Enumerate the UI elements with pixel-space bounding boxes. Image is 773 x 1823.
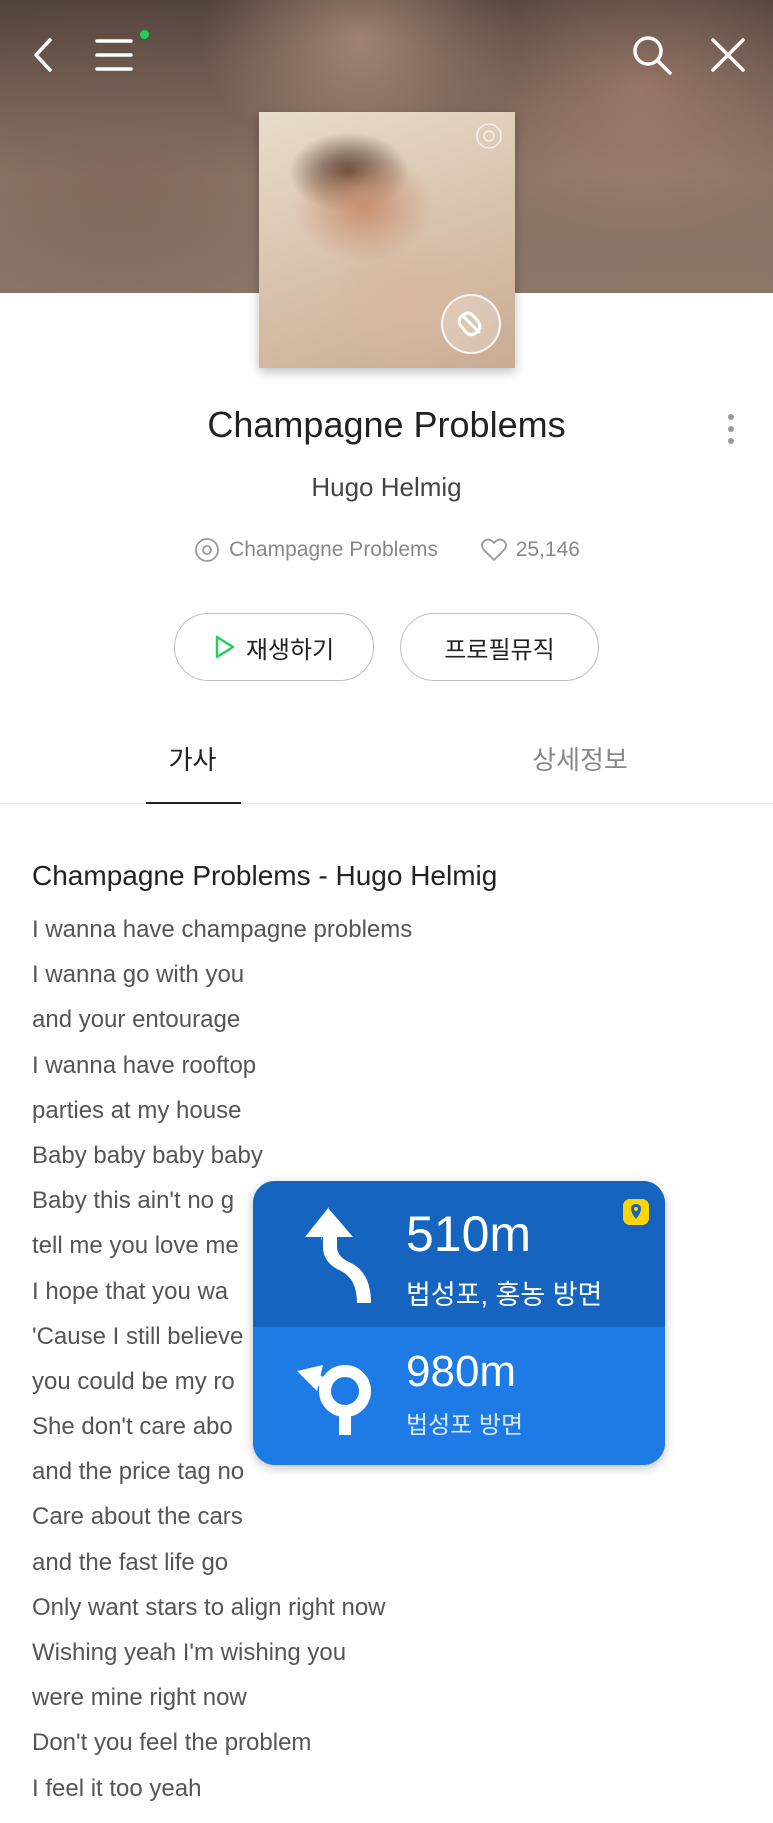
lyric-line: I wanna go with you (32, 961, 245, 989)
profile-music-badge-icon[interactable] (441, 294, 501, 354)
like-button[interactable]: 25,146 (480, 536, 580, 564)
map-pin-icon[interactable] (623, 1199, 649, 1225)
tab-divider (0, 803, 773, 804)
song-meta: Champagne Problems 25,146 (0, 536, 773, 564)
nav-secondary-distance: 980m (406, 1347, 517, 1396)
nav-primary-distance: 510m (406, 1206, 532, 1262)
lyric-line: and the fast life go (32, 1548, 229, 1576)
menu-notification-dot (140, 30, 149, 39)
nav-primary-direction: 법성포, 홍농 방면 (406, 1280, 603, 1310)
hamburger-menu-icon[interactable] (90, 30, 140, 80)
lyric-line: I feel it too yeah (32, 1774, 202, 1802)
close-icon[interactable] (703, 30, 753, 80)
lyric-line: Wishing yeah I'm wishing you (32, 1639, 347, 1666)
heart-icon (480, 538, 507, 561)
navigation-overlay[interactable]: 510m 법성포, 홍농 방면 980m 법성포 방면 (253, 1181, 665, 1465)
nav-secondary-instruction[interactable]: 980m 법성포 방면 (253, 1327, 665, 1465)
album-name: Champagne Problems (229, 538, 439, 561)
tab-lyrics[interactable]: 가사 (146, 740, 239, 777)
album-corner-logo-icon (476, 123, 502, 149)
profile-music-button[interactable]: 프로필뮤직 (400, 613, 599, 681)
lyric-line: Care about the cars (32, 1503, 243, 1531)
nav-primary-instruction[interactable]: 510m 법성포, 홍농 방면 (253, 1181, 665, 1327)
profile-music-label: 프로필뮤직 (444, 636, 555, 664)
lyric-line: parties at my house (32, 1096, 242, 1124)
lyric-line: Only want stars to align right now (32, 1593, 386, 1621)
turn-left-then-up-arrow-icon (305, 1207, 371, 1303)
more-options-icon[interactable] (716, 408, 746, 452)
lyric-line: and your entourage (32, 1006, 241, 1034)
lyric-line: were mine right now (32, 1684, 247, 1712)
lyrics-heading: Champagne Problems - Hugo Helmig (32, 860, 498, 891)
back-chevron-icon[interactable] (20, 30, 70, 80)
lyric-line: Baby baby baby baby (32, 1141, 263, 1169)
play-button[interactable]: 재생하기 (174, 613, 374, 681)
active-tab-indicator (146, 802, 241, 804)
song-title: Champagne Problems (207, 404, 566, 445)
album-link[interactable]: Champagne Problems (193, 536, 438, 564)
like-count: 25,146 (515, 538, 580, 561)
lyric-line: I wanna have rooftop (32, 1051, 257, 1079)
artist-name[interactable]: Hugo Helmig (0, 472, 773, 503)
nav-secondary-direction: 법성포 방면 (406, 1412, 524, 1439)
lyric-line: I wanna have champagne problems (32, 916, 413, 943)
play-button-label: 재생하기 (245, 636, 335, 664)
u-turn-left-arrow-icon (297, 1365, 371, 1435)
album-disc-icon (195, 538, 219, 562)
search-icon[interactable] (627, 30, 677, 80)
lyric-line: Don't you feel the problem (32, 1729, 312, 1757)
tab-details[interactable]: 상세정보 (520, 740, 640, 777)
album-art[interactable] (259, 112, 515, 368)
play-icon (215, 635, 235, 659)
